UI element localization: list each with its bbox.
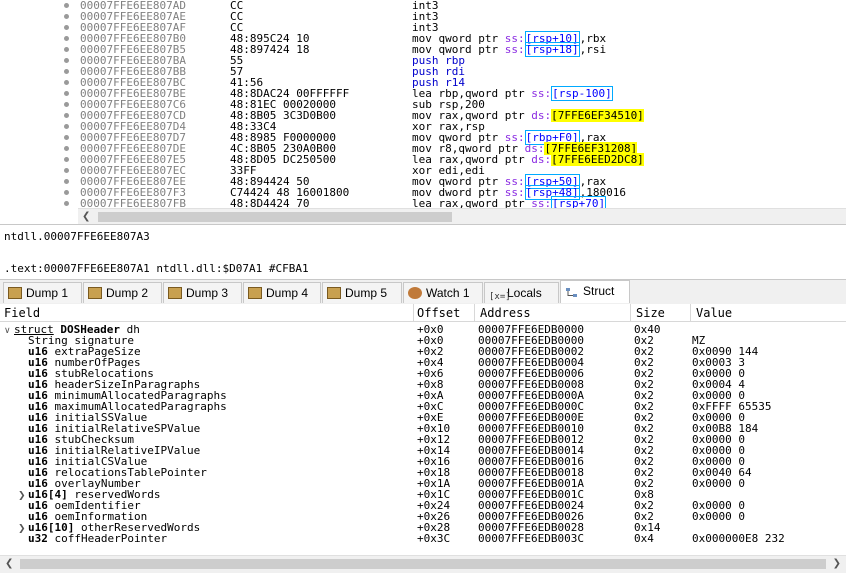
disassembly-view[interactable]: 00007FFE6EE807AD CC int3 00007FFE6EE807AE CC… [0,0,846,224]
struct-table-header: Field Offset Address Size Value [0,304,846,322]
breakpoint-dot-icon[interactable] [64,69,69,74]
breakpoint-dot-icon[interactable] [64,146,69,151]
field-type: u32 [28,532,48,545]
size-cell: 0x4 [634,532,654,545]
value-cell: 0x0000 0 [692,477,745,490]
offset-cell: +0x3C [417,532,451,545]
tab-label: Locals [507,286,542,300]
scroll-right-icon[interactable]: ❯ [833,558,841,569]
tab-dump-5[interactable]: Dump 5 [322,282,402,303]
breakpoint-dot-icon[interactable] [64,14,69,19]
scroll-left-icon[interactable]: ❮ [5,558,13,569]
dump-icon [248,286,262,299]
breakpoint-dot-icon[interactable] [64,179,69,184]
breakpoint-dot-icon[interactable] [64,80,69,85]
tab-struct[interactable]: Struct [560,280,630,303]
scroll-left-icon[interactable]: ❮ [82,211,90,222]
breakpoint-dot-icon[interactable] [64,47,69,52]
breakpoint-dot-icon[interactable] [64,190,69,195]
struct-view[interactable]: Field Offset Address Size Value ∨ struct … [0,304,846,552]
column-header-field[interactable]: Field [4,306,40,320]
locals-icon: [x=] [489,291,511,302]
breakpoint-dot-icon[interactable] [64,91,69,96]
field-name: coffHeaderPointer [54,532,168,545]
column-header-address[interactable]: Address [480,306,531,320]
disassembly-horizontal-scrollbar[interactable]: ❮ [78,208,846,224]
struct-horizontal-scrollbar[interactable]: ❮ ❯ [0,555,846,573]
tab-label: Dump 2 [106,286,149,300]
breakpoint-dot-icon[interactable] [64,157,69,162]
dump-icon [327,286,341,299]
bottom-tab-bar: Dump 1 Dump 2 Dump 3 Dump 4 Dump 5 Watch 1 [x=… [0,279,846,305]
column-header-offset[interactable]: Offset [417,306,460,320]
dump-icon [88,286,102,299]
breakpoint-dot-icon[interactable] [64,58,69,63]
struct-row[interactable]: u32 coffHeaderPointer +0x3C 00007FFE6EDB00… [0,533,846,544]
watch-icon [408,286,422,299]
info-line-address: ntdll.00007FFE6EE807A3 [4,230,150,243]
dump-icon [168,286,182,299]
tab-label: Dump 3 [186,286,229,300]
disassembly-rows: 00007FFE6EE807AD CC int3 00007FFE6EE807AE CC… [0,0,846,211]
tab-label: Dump 5 [345,286,388,300]
breakpoint-dot-icon[interactable] [64,124,69,129]
breakpoint-dot-icon[interactable] [64,25,69,30]
breakpoint-dot-icon[interactable] [64,113,69,118]
dump-icon [8,286,22,299]
breakpoint-dot-icon[interactable] [64,201,69,206]
breakpoint-dot-icon[interactable] [64,3,69,8]
breakpoint-dot-icon[interactable] [64,135,69,140]
breakpoint-dot-icon[interactable] [64,36,69,41]
tab-dump-3[interactable]: Dump 3 [163,282,242,303]
struct-icon [565,285,579,297]
scrollbar-thumb[interactable] [20,559,826,569]
tab-label: Dump 1 [26,286,69,300]
tab-label: Struct [583,284,615,298]
column-header-size[interactable]: Size [636,306,665,320]
tab-label: Watch 1 [426,286,470,300]
tab-watch-1[interactable]: Watch 1 [403,282,483,303]
breakpoint-dot-icon[interactable] [64,102,69,107]
column-header-value[interactable]: Value [696,306,732,320]
address-cell: 00007FFE6EDB003C [478,532,584,545]
info-pane: ntdll.00007FFE6EE807A3 .text:00007FFE6EE… [0,224,846,279]
breakpoint-dot-icon[interactable] [64,168,69,173]
value-cell: 0x000000E8 232 [692,532,785,545]
tab-dump-2[interactable]: Dump 2 [83,282,162,303]
scrollbar-thumb[interactable] [98,212,452,222]
tab-label: Dump 4 [266,286,309,300]
tab-dump-1[interactable]: Dump 1 [3,282,82,303]
value-cell: 0x0000 0 [692,510,745,523]
field-cell: u32 coffHeaderPointer [18,533,167,546]
tab-dump-4[interactable]: Dump 4 [243,282,321,303]
info-line-section: .text:00007FFE6EE807A1 ntdll.dll:$D07A1 … [4,262,309,275]
tab-locals[interactable]: [x=]Locals [484,282,559,303]
